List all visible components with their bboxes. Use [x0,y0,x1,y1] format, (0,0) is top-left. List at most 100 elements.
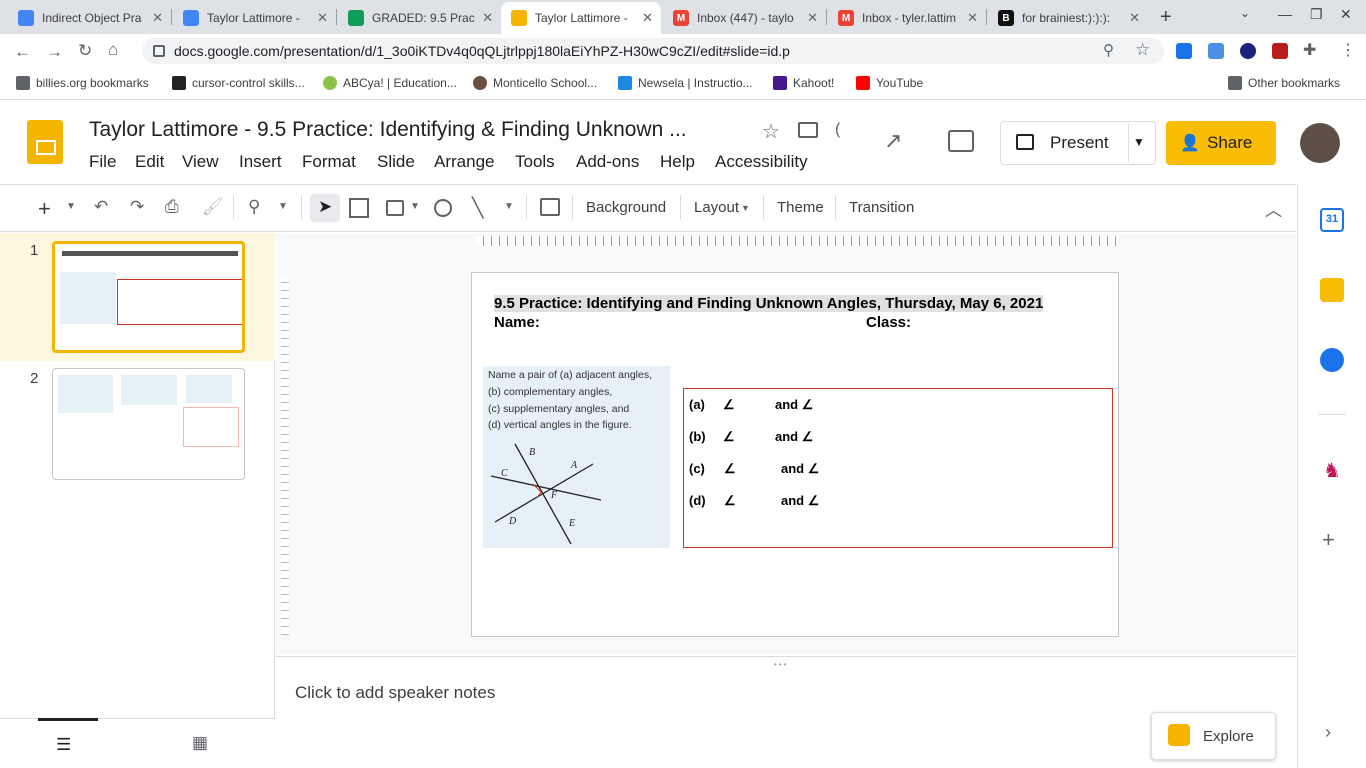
cloud-status-icon[interactable]: ( [835,121,840,139]
image-icon[interactable] [386,200,404,216]
menu-insert[interactable]: Insert [239,152,282,172]
horizontal-ruler[interactable] [476,236,1118,246]
new-slide-icon[interactable]: + [38,196,51,222]
activity-trend-icon[interactable]: ↗ [884,128,902,154]
menu-slide[interactable]: Slide [377,152,415,172]
paint-format-icon[interactable]: 🖌 [202,197,224,217]
bookmark-item[interactable]: billies.org bookmarks [16,76,149,90]
avatar[interactable] [1300,123,1340,163]
home-icon[interactable]: ⌂ [108,40,118,60]
expand-panel-icon[interactable]: › [1325,722,1331,743]
close-icon[interactable]: ✕ [642,10,653,26]
class-label[interactable]: Class: [866,314,911,331]
background-button[interactable]: Background [586,199,666,216]
theme-button[interactable]: Theme [777,199,824,216]
undo-icon[interactable]: ↶ [94,197,108,217]
add-comment-icon[interactable] [540,198,560,216]
forward-icon[interactable]: → [46,42,63,62]
present-dropdown-icon[interactable]: ▼ [1133,135,1145,149]
slide-thumbnail-1[interactable] [52,241,245,353]
chevron-down-icon[interactable]: ▼ [741,203,750,213]
calendar-icon[interactable]: 31 [1320,208,1344,232]
speaker-notes-placeholder[interactable]: Click to add speaker notes [295,683,495,703]
slides-logo-icon[interactable] [27,120,63,164]
comment-icon[interactable] [948,130,974,152]
other-bookmarks[interactable]: Other bookmarks [1228,76,1340,90]
transition-button[interactable]: Transition [849,199,914,216]
zoom-icon[interactable]: ⚲ [1103,41,1114,59]
line-icon[interactable]: ╲ [472,197,483,220]
close-icon[interactable]: ✕ [482,10,493,26]
bookmark-item[interactable]: ABCya! | Education... [323,76,457,90]
close-window-icon[interactable]: ✕ [1340,6,1352,23]
move-folder-icon[interactable] [798,122,818,138]
url-text[interactable]: docs.google.com/presentation/d/1_3o0iKTD… [174,43,790,59]
print-icon[interactable]: ⎙ [165,197,179,217]
vertical-ruler[interactable] [281,275,289,635]
browser-tab[interactable]: Indirect Object Pra ✕ [8,2,171,34]
menu-view[interactable]: View [182,152,219,172]
browser-tab[interactable]: M Inbox - tyler.lattim ✕ [828,2,986,34]
close-icon[interactable]: ✕ [1129,10,1140,26]
star-icon[interactable]: ☆ [762,119,780,144]
document-title[interactable]: Taylor Lattimore - 9.5 Practice: Identif… [89,118,687,142]
more-icon[interactable]: ⋮ [1340,40,1356,60]
browser-tab-active[interactable]: Taylor Lattimore - ✕ [501,2,661,34]
close-icon[interactable]: ✕ [967,10,978,26]
bookmark-item[interactable]: Newsela | Instructio... [618,76,753,90]
tasks-icon[interactable] [1320,348,1344,372]
browser-tab[interactable]: B for brainiest:):):): ✕ [988,2,1148,34]
bookmark-item[interactable]: YouTube [856,76,923,90]
layout-button[interactable]: Layout [694,199,739,216]
bookmark-item[interactable]: cursor-control skills... [172,76,305,90]
extension-icon[interactable] [1176,43,1192,59]
browser-tab[interactable]: Taylor Lattimore - ✕ [173,2,336,34]
lock-icon[interactable] [153,45,165,57]
menu-format[interactable]: Format [302,152,356,172]
star-icon[interactable]: ☆ [1135,40,1150,60]
bookmark-item[interactable]: Monticello School... [473,76,597,90]
menu-file[interactable]: File [89,152,116,172]
back-icon[interactable]: ← [14,42,31,62]
slide-thumbnail-2[interactable] [52,368,245,480]
notes-resize-handle-icon[interactable]: ••• [774,660,788,669]
chevron-down-icon[interactable]: ▼ [278,201,288,212]
close-icon[interactable]: ✕ [807,10,818,26]
bookmark-item[interactable]: Kahoot! [773,76,834,90]
list-view-icon[interactable]: ☰ [56,735,71,755]
maximize-icon[interactable]: ❐ [1310,6,1323,23]
extension-icon[interactable] [1272,43,1288,59]
chevron-down-icon[interactable]: ▼ [504,201,514,212]
puzzle-icon[interactable]: ✚ [1303,40,1316,60]
new-tab-icon[interactable]: + [1160,6,1172,29]
menu-add-ons[interactable]: Add-ons [576,152,639,172]
text-box-icon[interactable] [349,198,369,218]
menu-edit[interactable]: Edit [135,152,164,172]
add-addon-icon[interactable]: + [1322,527,1335,553]
keep-icon[interactable] [1320,278,1344,302]
speaker-notes-panel[interactable] [276,656,1296,768]
grid-view-icon[interactable]: ▦ [192,733,208,753]
extension-icon[interactable] [1240,43,1256,59]
slide-title[interactable]: 9.5 Practice: Identifying and Finding Un… [494,295,1044,312]
name-label[interactable]: Name: [494,314,540,331]
zoom-icon[interactable]: ⚲ [248,197,260,217]
tab-search-icon[interactable]: ⌄ [1240,6,1250,20]
close-icon[interactable]: ✕ [317,10,328,26]
unicorn-addon-icon[interactable]: ♞ [1320,458,1344,482]
answer-box[interactable] [683,388,1113,548]
extension-icon[interactable] [1208,43,1224,59]
redo-icon[interactable]: ↷ [130,197,144,217]
menu-arrange[interactable]: Arrange [434,152,494,172]
browser-tab[interactable]: GRADED: 9.5 Prac ✕ [338,2,501,34]
chevron-down-icon[interactable]: ▼ [66,201,76,212]
browser-tab[interactable]: M Inbox (447) - taylo ✕ [663,2,826,34]
menu-tools[interactable]: Tools [515,152,555,172]
menu-accessibility[interactable]: Accessibility [715,152,808,172]
reload-icon[interactable]: ↻ [78,41,92,61]
collapse-toolbar-icon[interactable]: ︿ [1265,196,1282,221]
close-icon[interactable]: ✕ [152,10,163,26]
minimize-icon[interactable]: — [1278,6,1292,22]
chevron-down-icon[interactable]: ▼ [410,201,420,212]
menu-help[interactable]: Help [660,152,695,172]
